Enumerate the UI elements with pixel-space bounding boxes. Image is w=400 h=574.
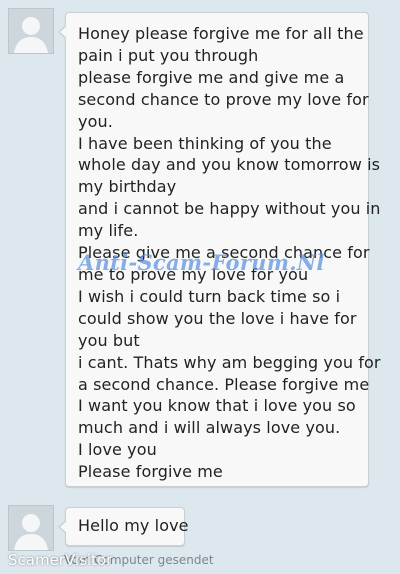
message-line: please forgive me and give me a (78, 67, 345, 87)
message-text: Hello my love (78, 516, 189, 536)
watermark: Anti-Scam-Forum.Nl (78, 250, 325, 275)
message-line: whole day and you know tomorrow is (78, 155, 381, 175)
message-line: second chance to prove my love for (78, 89, 369, 109)
message-line: could show you the love i have for (78, 308, 357, 328)
message-line: I love you (78, 440, 157, 460)
message-line: I want you know that i love you so (78, 396, 356, 416)
message-line: I have been thinking of you the (78, 133, 332, 153)
message-line: a second chance. Please forgive me (78, 374, 370, 394)
message-line: you but (78, 330, 140, 350)
default-user-icon (9, 506, 53, 550)
message-bubble[interactable]: Hello my love (58, 507, 189, 546)
message-line: and i cannot be happy without you in (78, 199, 381, 219)
message-line: pain i put you through (78, 45, 259, 65)
message-line: Please forgive me (78, 462, 223, 482)
message-line: I wish i could turn back time so i (78, 286, 341, 306)
source-label: ScamerVisitor (8, 551, 113, 569)
message-line: Hello my love (78, 516, 189, 535)
default-user-icon (9, 9, 53, 53)
message-line: my birthday (78, 177, 177, 197)
message-line: my life. (78, 221, 139, 241)
message-line: much and i will always love you. (78, 418, 341, 438)
message-line: you. (78, 111, 113, 131)
message-line: Honey please forgive me for all the (78, 24, 364, 43)
avatar[interactable] (8, 505, 54, 551)
avatar[interactable] (8, 8, 54, 54)
message-line: i cant. Thats why am begging you for (78, 352, 381, 372)
